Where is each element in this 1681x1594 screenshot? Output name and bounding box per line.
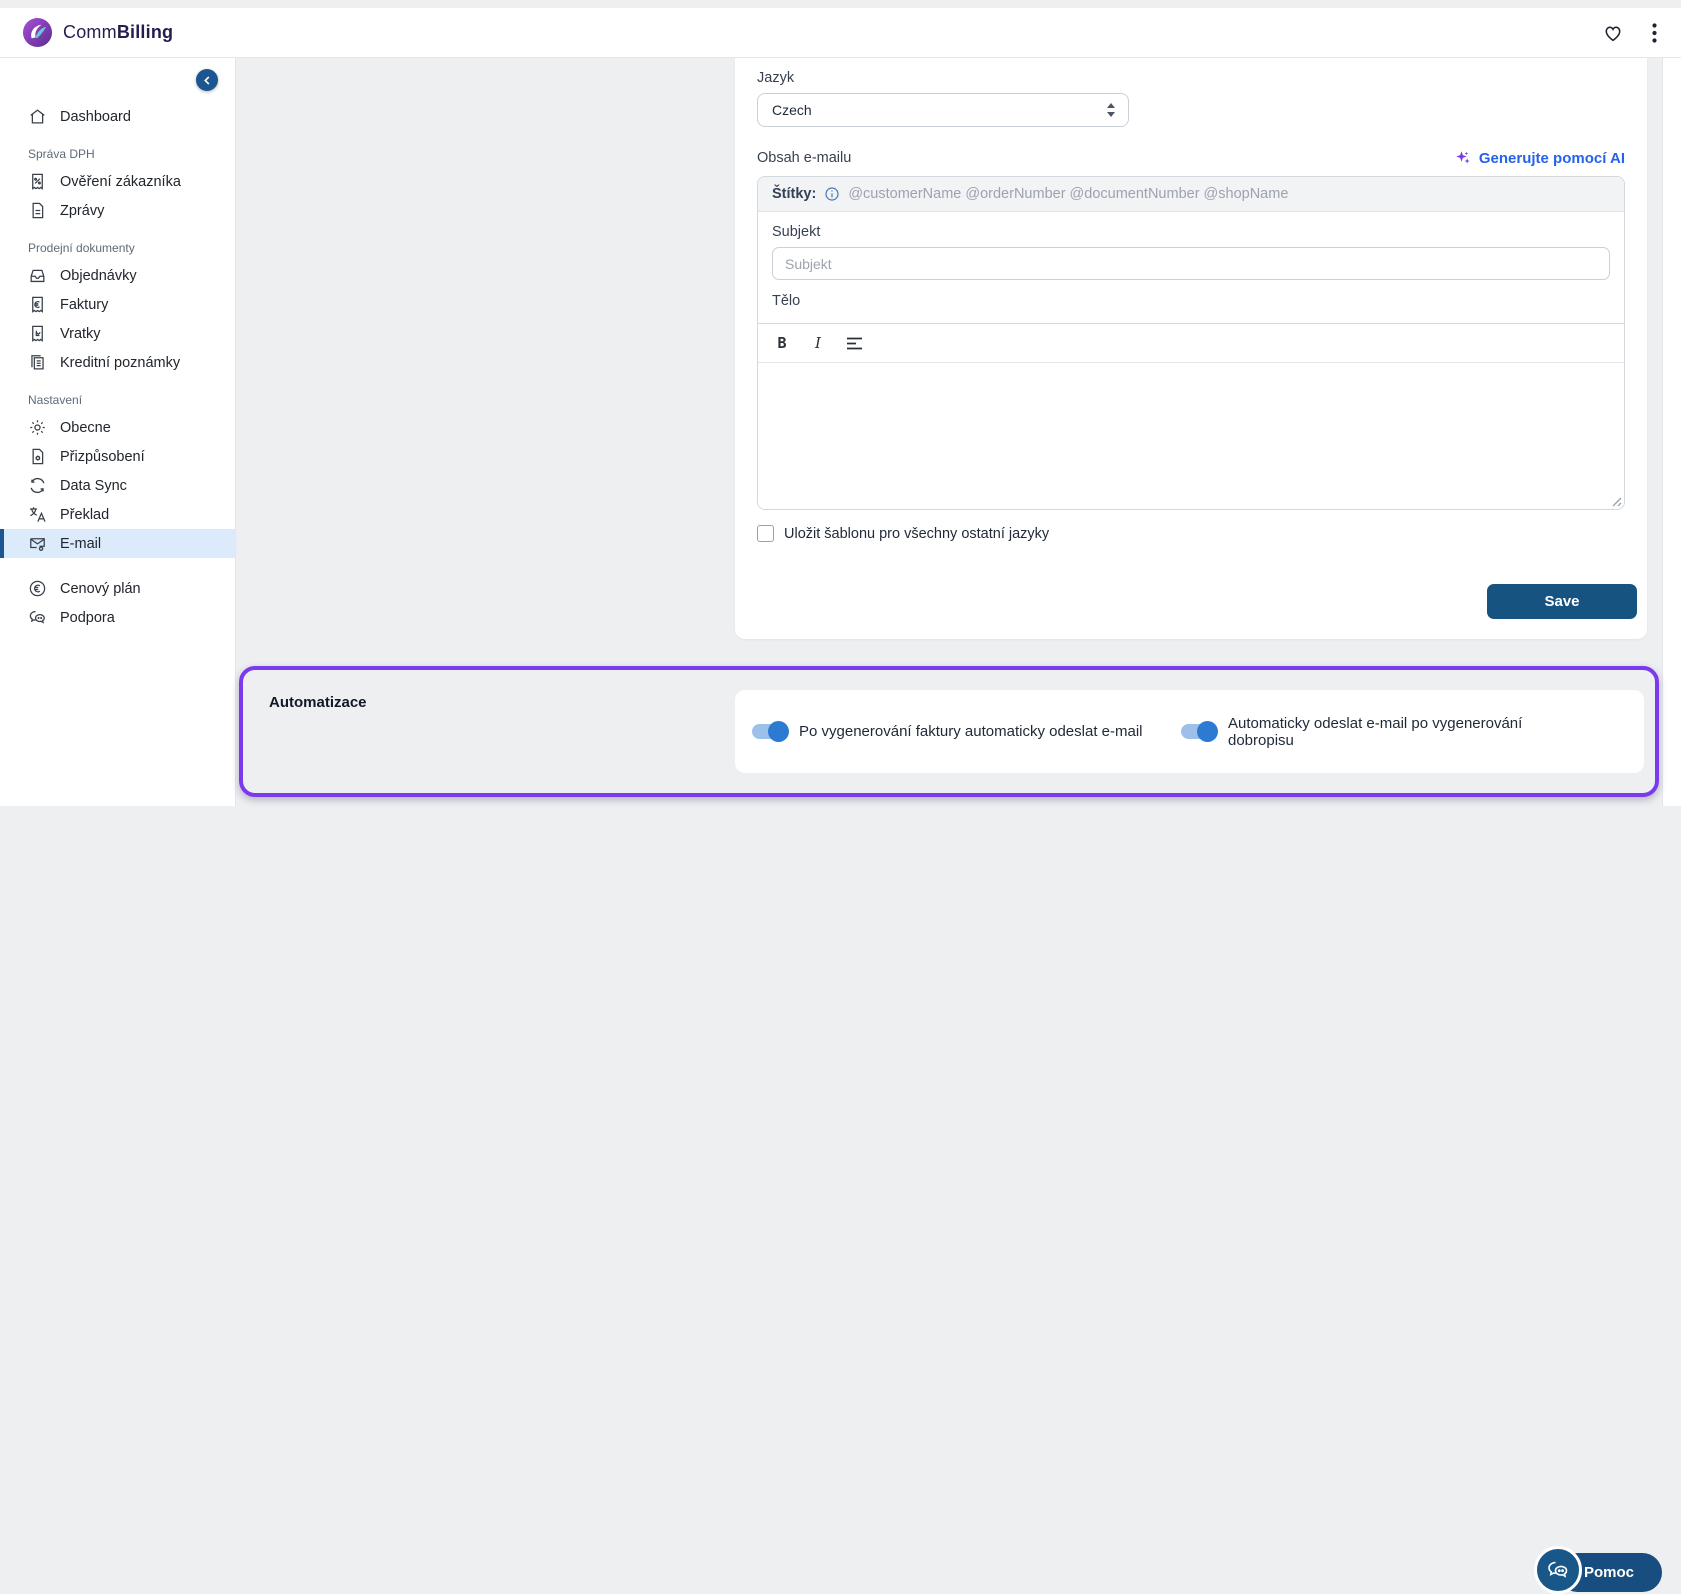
sparkles-icon — [1454, 149, 1472, 167]
resize-gripper-icon[interactable] — [1611, 496, 1622, 507]
help-chat-icon[interactable] — [1534, 1546, 1582, 1594]
sidebar-item-vratky[interactable]: Vratky — [0, 319, 235, 348]
receipt-percent-icon — [28, 172, 47, 191]
sidebar-item-dashboard[interactable]: Dashboard — [0, 102, 235, 131]
language-label: Jazyk — [757, 70, 1625, 86]
editor-toolbar: B I — [758, 324, 1624, 363]
tags-label: Štítky: — [772, 186, 816, 202]
save-all-languages-checkbox[interactable] — [757, 525, 774, 542]
sidebar-item-podpora[interactable]: Podpora — [0, 603, 235, 632]
sync-icon — [28, 476, 47, 495]
info-icon[interactable] — [824, 186, 840, 202]
tags-text: @customerName @orderNumber @documentNumb… — [848, 186, 1288, 202]
app-header: CommBilling — [0, 8, 1681, 58]
gear-icon — [28, 418, 47, 437]
generate-with-ai-button[interactable]: Generujte pomocí AI — [1454, 149, 1625, 167]
align-left-icon — [846, 337, 863, 350]
tags-row: Štítky: @customerName @orderNumber @docu… — [758, 177, 1624, 212]
body-label: Tělo — [772, 293, 1610, 309]
sidebar-section-sprava-dph: Správa DPH — [28, 147, 235, 161]
subject-label: Subjekt — [772, 224, 1610, 240]
sidebar-item-kreditni-poznamky[interactable]: Kreditní poznámky — [0, 348, 235, 377]
favorites-heart-icon[interactable] — [1602, 22, 1624, 44]
document-gear-icon — [28, 447, 47, 466]
subject-input[interactable] — [772, 247, 1610, 280]
receipt-return-icon — [28, 324, 47, 343]
rich-text-editor: B I — [758, 323, 1624, 509]
sidebar-item-objednavky[interactable]: Objednávky — [0, 261, 235, 290]
inbox-icon — [28, 266, 47, 285]
brand[interactable]: CommBilling — [22, 17, 173, 48]
email-content-label: Obsah e-mailu — [757, 150, 851, 166]
invoice-email-toggle[interactable] — [752, 724, 786, 739]
automation-toggles-card: Po vygenerování faktury automaticky odes… — [735, 690, 1644, 773]
save-button[interactable]: Save — [1487, 584, 1637, 619]
envelope-gear-icon — [28, 534, 47, 553]
documents-copy-icon — [28, 353, 47, 372]
invoice-email-toggle-label: Po vygenerování faktury automaticky odes… — [799, 723, 1143, 740]
creditnote-email-toggle-label: Automaticky odeslat e-mail po vygenerová… — [1228, 715, 1558, 749]
language-select-value: Czech — [772, 102, 812, 118]
editor-text-area[interactable] — [758, 363, 1624, 509]
window-top-margin — [0, 0, 1681, 8]
euro-circle-icon — [28, 579, 47, 598]
right-gutter — [1662, 58, 1681, 806]
sidebar-item-preklad[interactable]: Překlad — [0, 500, 235, 529]
translate-icon — [28, 505, 47, 524]
save-all-languages-row: Uložit šablonu pro všechny ostatní jazyk… — [757, 525, 1625, 542]
automation-title: Automatizace — [269, 694, 367, 711]
main-content: Jazyk Czech Obsah e-mailu Generujte pomo… — [236, 58, 1662, 806]
email-body-panel: Štítky: @customerName @orderNumber @docu… — [757, 176, 1625, 510]
chat-bubbles-icon — [28, 608, 47, 627]
sidebar-item-zpravy[interactable]: Zprávy — [0, 196, 235, 225]
sidebar: Dashboard Správa DPH Ověření zákazníka Z… — [0, 58, 236, 806]
sidebar-collapse-button[interactable] — [196, 69, 218, 91]
italic-button[interactable]: I — [804, 330, 832, 356]
invoice-email-toggle-row: Po vygenerování faktury automaticky odes… — [735, 723, 1181, 740]
sidebar-section-prodejni-dokumenty: Prodejní dokumenty — [28, 241, 235, 255]
commbilling-logo-icon — [22, 17, 53, 48]
sidebar-item-faktury[interactable]: Faktury — [0, 290, 235, 319]
email-template-card: Jazyk Czech Obsah e-mailu Generujte pomo… — [735, 58, 1647, 639]
align-left-button[interactable] — [840, 330, 868, 356]
brand-name: CommBilling — [63, 22, 173, 43]
language-select[interactable]: Czech — [757, 93, 1129, 127]
sidebar-item-cenovy-plan[interactable]: Cenový plán — [0, 574, 235, 603]
document-icon — [28, 201, 47, 220]
home-icon — [28, 107, 47, 126]
sidebar-section-nastaveni: Nastavení — [28, 393, 235, 407]
bold-button[interactable]: B — [768, 330, 796, 356]
select-updown-icon — [1106, 103, 1116, 117]
receipt-euro-icon — [28, 295, 47, 314]
creditnote-email-toggle[interactable] — [1181, 724, 1215, 739]
sidebar-item-obecne[interactable]: Obecne — [0, 413, 235, 442]
kebab-menu-icon[interactable] — [1652, 23, 1657, 43]
save-all-languages-label: Uložit šablonu pro všechny ostatní jazyk… — [784, 526, 1049, 542]
automation-highlight-section: Automatizace Po vygenerování faktury aut… — [239, 666, 1659, 797]
creditnote-email-toggle-row: Automaticky odeslat e-mail po vygenerová… — [1181, 715, 1644, 749]
sidebar-item-email[interactable]: E-mail — [0, 529, 235, 558]
sidebar-item-prizpusobeni[interactable]: Přizpůsobení — [0, 442, 235, 471]
sidebar-item-overeni-zakaznika[interactable]: Ověření zákazníka — [0, 167, 235, 196]
sidebar-item-data-sync[interactable]: Data Sync — [0, 471, 235, 500]
